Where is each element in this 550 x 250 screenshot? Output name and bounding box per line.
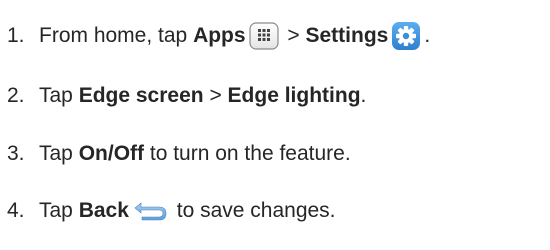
step-4: 4. Tap Back to save changes. <box>7 191 336 231</box>
step-3: 3. Tap On/Off to turn on the feature. <box>7 134 351 174</box>
step-text: Tap <box>39 84 79 107</box>
period-text: . <box>424 24 431 47</box>
step-text-tail: to turn on the feature. <box>144 142 351 165</box>
step-number: 1. <box>7 24 25 47</box>
separator-text: > <box>203 84 228 107</box>
step-2: 2. Tap Edge screen > Edge lighting . <box>7 76 366 116</box>
edge-lighting-label: Edge lighting <box>227 84 361 107</box>
edge-screen-label: Edge screen <box>78 84 204 107</box>
step-number: 3. <box>7 142 25 165</box>
instruction-steps: 1. From home, tap Apps > Settings . 2. T… <box>0 0 550 250</box>
separator-text: > <box>281 24 306 47</box>
step-text: From home, tap <box>39 24 194 47</box>
step-text: Tap <box>39 199 79 222</box>
step-number: 4. <box>7 199 25 222</box>
step-text: Tap <box>39 142 79 165</box>
back-label: Back <box>78 199 129 222</box>
step-1: 1. From home, tap Apps > Settings . <box>7 16 430 56</box>
period-text: . <box>360 84 367 107</box>
back-arrow-icon <box>132 200 168 222</box>
step-text-tail: to save changes. <box>170 199 336 222</box>
settings-gear-icon <box>391 21 421 51</box>
apps-grid-icon <box>248 22 279 50</box>
step-number: 2. <box>7 84 25 107</box>
apps-label: Apps <box>193 24 246 47</box>
settings-label: Settings <box>305 24 389 47</box>
on-off-label: On/Off <box>78 142 145 165</box>
